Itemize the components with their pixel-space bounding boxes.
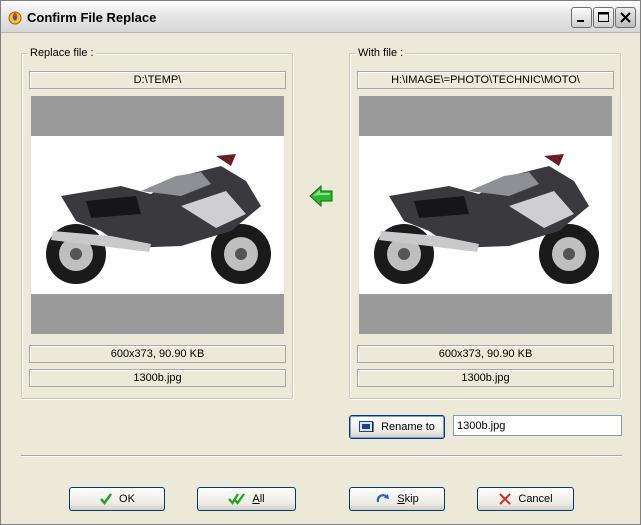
dialog-client-area: Replace file : D:\TEMP\ 600x373, 90.90 K… [1, 34, 640, 524]
separator [21, 455, 622, 457]
x-icon [499, 493, 512, 505]
with-file-group: With file : H:\IMAGE\=PHOTO\TECHNIC\MOTO… [349, 47, 621, 399]
maximize-icon [598, 12, 609, 22]
motorcycle-image [374, 154, 599, 284]
all-underlined: A [252, 493, 260, 505]
minimize-button[interactable] [571, 7, 592, 28]
all-button[interactable]: All [197, 487, 296, 511]
replace-image-preview [31, 96, 284, 334]
check-icon [100, 493, 113, 506]
double-check-icon [228, 493, 246, 505]
rename-input[interactable] [453, 415, 622, 436]
maximize-button[interactable] [593, 7, 614, 28]
confirm-file-replace-dialog: Confirm File Replace Replace file : D:\T… [0, 0, 641, 525]
replace-filename-field: 1300b.jpg [29, 369, 286, 387]
left-arrow-icon [309, 184, 333, 208]
cancel-label: Cancel [518, 493, 553, 505]
rename-to-button[interactable]: Rename to [349, 415, 445, 439]
close-icon [620, 12, 631, 23]
replace-file-legend: Replace file : [28, 47, 96, 59]
motorcycle-image [46, 154, 271, 284]
ok-button[interactable]: OK [69, 487, 165, 511]
with-path-field: H:\IMAGE\=PHOTO\TECHNIC\MOTO\ [357, 71, 614, 89]
replace-file-group: Replace file : D:\TEMP\ 600x373, 90.90 K… [21, 47, 293, 399]
replace-image [31, 136, 284, 294]
window-title: Confirm File Replace [27, 10, 157, 25]
with-image-preview [359, 96, 612, 334]
skip-label: kip [404, 493, 419, 505]
rename-to-label: Rename to [381, 421, 435, 433]
skip-underlined: S [397, 493, 405, 505]
skip-button[interactable]: Skip [349, 487, 445, 511]
minimize-icon [577, 20, 584, 22]
close-button[interactable] [615, 7, 636, 28]
with-filename-field: 1300b.jpg [357, 369, 614, 387]
replace-path-field: D:\TEMP\ [29, 71, 286, 89]
title-bar[interactable]: Confirm File Replace [1, 1, 640, 33]
with-file-legend: With file : [356, 47, 406, 59]
app-flame-icon [8, 11, 22, 25]
with-image [359, 136, 612, 294]
skip-arrow-icon [377, 494, 390, 503]
all-label: ll [259, 493, 265, 505]
replace-info-field: 600x373, 90.90 KB [29, 345, 286, 363]
with-info-field: 600x373, 90.90 KB [357, 345, 614, 363]
cancel-button[interactable]: Cancel [477, 487, 574, 511]
rename-icon [359, 421, 374, 432]
ok-label: OK [119, 493, 135, 505]
